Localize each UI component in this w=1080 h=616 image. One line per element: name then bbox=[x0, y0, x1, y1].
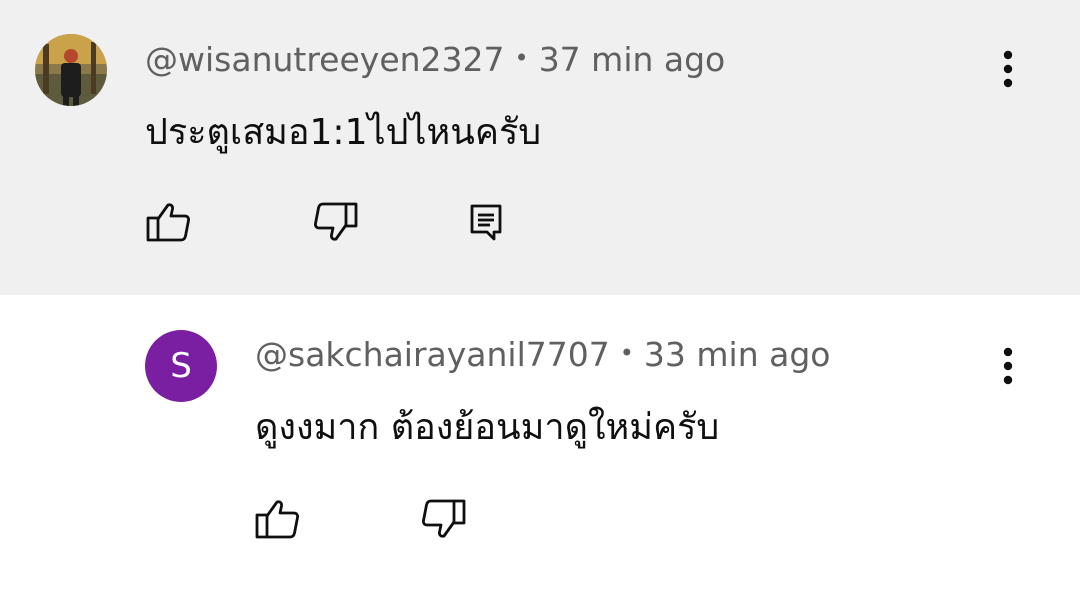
like-button[interactable] bbox=[143, 197, 193, 247]
author-handle[interactable]: @wisanutreeyen2327 bbox=[145, 40, 505, 79]
comment-text: ประตูเสมอ1:1ไปไหนครับ bbox=[145, 112, 542, 153]
dislike-icon bbox=[422, 499, 466, 538]
more-options-button[interactable] bbox=[988, 44, 1028, 94]
like-button[interactable] bbox=[252, 494, 302, 544]
dislike-button[interactable] bbox=[419, 494, 469, 544]
reply-button[interactable] bbox=[461, 197, 511, 247]
comment-2: S @sakchairayanil7707 • 33 min ago ดูงงมาก… bbox=[0, 295, 1080, 616]
more-vert-icon bbox=[1003, 347, 1013, 385]
avatar[interactable]: S bbox=[145, 330, 217, 402]
like-icon bbox=[255, 500, 299, 539]
reply-icon bbox=[470, 204, 502, 241]
comment-text: ดูงงมาก ต้องย้อนมาดูใหม่ครับ bbox=[255, 407, 720, 448]
separator-dot: • bbox=[514, 44, 529, 72]
comment-meta: @wisanutreeyen2327 • 37 min ago bbox=[145, 40, 725, 79]
timestamp: 37 min ago bbox=[538, 40, 726, 79]
more-vert-icon bbox=[1003, 50, 1013, 88]
more-options-button[interactable] bbox=[988, 341, 1028, 391]
timestamp: 33 min ago bbox=[643, 335, 831, 374]
separator-dot: • bbox=[619, 339, 634, 367]
avatar[interactable] bbox=[35, 34, 107, 106]
author-handle[interactable]: @sakchairayanil7707 bbox=[255, 335, 610, 374]
dislike-button[interactable] bbox=[311, 197, 361, 247]
dislike-icon bbox=[314, 202, 358, 241]
avatar-letter: S bbox=[170, 346, 192, 386]
like-icon bbox=[146, 203, 190, 242]
comment-meta: @sakchairayanil7707 • 33 min ago bbox=[255, 335, 830, 374]
comment-1: @wisanutreeyen2327 • 37 min ago ประตูเสมอ1… bbox=[0, 0, 1080, 295]
